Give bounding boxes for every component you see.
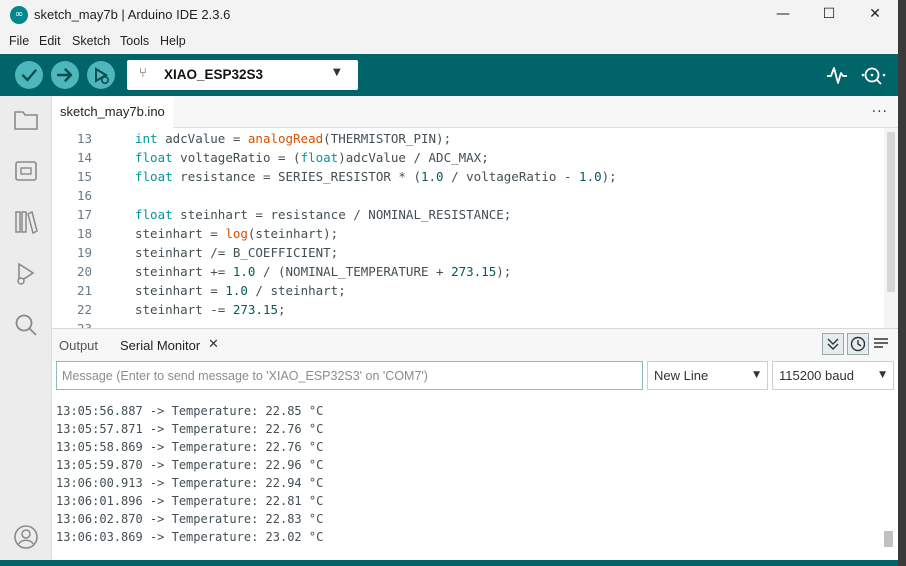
clear-output-icon [874,338,888,348]
maximize-button[interactable]: ☐ [806,0,852,30]
serial-output[interactable]: 13:05:56.887 -> Temperature: 22.85 °C 13… [52,395,898,566]
tab-serial-monitor[interactable]: Serial Monitor [120,338,200,353]
code-line: 22 steinhart -= 273.15; [76,302,286,317]
code-line: 17 float steinhart = resistance / NOMINAL… [76,207,512,222]
code-line: 16 [76,188,92,203]
board-name: XIAO_ESP32S3 [164,67,264,82]
log-line: 13:05:59.870 -> Temperature: 22.96 °C [56,458,324,472]
menu-file[interactable]: File [9,34,29,48]
code-line: 20 steinhart += 1.0 / (NOMINAL_TEMPERATUR… [76,264,512,279]
board-selector[interactable]: ⑂ XIAO_ESP32S3 ▼ [127,60,358,90]
debug-icon [95,67,110,85]
check-icon [21,69,37,82]
log-line: 13:05:57.871 -> Temperature: 22.76 °C [56,422,324,436]
serial-plotter-button[interactable] [826,64,848,91]
toolbar: ⑂ XIAO_ESP32S3 ▼ [0,54,898,96]
upload-button[interactable] [51,61,79,89]
menu-tools[interactable]: Tools [120,34,149,48]
line-ending-select[interactable]: New Line ▼ [647,361,768,390]
bottom-panel: Output Serial Monitor ✕ New Line ▼ 11520… [52,328,898,566]
debug-icon[interactable] [13,261,39,287]
search-icon[interactable] [13,312,39,338]
line-ending-value: New Line [654,368,709,383]
usb-icon: ⑂ [139,66,147,81]
code-line: 18 steinhart = log(steinhart); [76,226,339,241]
desktop-background [898,0,906,566]
clock-icon [850,336,866,352]
status-bar [0,560,898,566]
log-line: 13:06:00.913 -> Temperature: 22.94 °C [56,476,324,490]
baud-rate-value: 115200 baud [779,368,854,383]
autoscroll-icon [827,338,839,350]
arrow-right-icon [56,68,73,82]
scrollbar-thumb[interactable] [887,132,895,292]
minimize-button[interactable]: — [760,0,806,30]
serial-monitor-button[interactable] [860,64,886,91]
serial-message-input[interactable] [56,361,643,390]
log-line: 13:06:03.869 -> Temperature: 23.02 °C [56,530,324,544]
timestamp-button[interactable] [847,333,869,355]
serial-plotter-icon [827,67,847,84]
verify-button[interactable] [15,61,43,89]
library-icon[interactable] [13,209,39,235]
menu-edit[interactable]: Edit [39,34,61,48]
clear-output-button[interactable] [870,333,892,355]
log-line: 13:05:56.887 -> Temperature: 22.85 °C [56,404,324,418]
serial-monitor-icon [861,67,886,85]
editor-scrollbar[interactable] [884,128,898,328]
arduino-ide-window: ∞ sketch_may7b | Arduino IDE 2.3.6 — ☐ ✕… [0,0,898,566]
board-icon[interactable] [13,159,39,183]
code-line: 14 float voltageRatio = (float)adcValue /… [76,150,489,165]
close-icon[interactable]: ✕ [208,337,219,352]
close-window-button[interactable]: ✕ [852,0,898,30]
chevron-down-icon: ▼ [753,370,760,380]
log-line: 13:06:02.870 -> Temperature: 22.83 °C [56,512,324,526]
log-line: 13:05:58.869 -> Temperature: 22.76 °C [56,440,324,454]
chevron-down-icon: ▼ [879,370,886,380]
autoscroll-button[interactable] [822,333,844,355]
code-line: 21 steinhart = 1.0 / steinhart; [76,283,346,298]
tab-sketch-file[interactable]: sketch_may7b.ino [52,96,173,128]
panel-tab-bar: Output Serial Monitor ✕ [52,329,898,361]
folder-icon[interactable] [13,108,39,132]
menu-help[interactable]: Help [160,34,186,48]
code-line: 19 steinhart /= B_COEFFICIENT; [76,245,339,260]
tab-output[interactable]: Output [59,338,98,353]
code-editor[interactable]: 13 int adcValue = analogRead(THERMISTOR_P… [52,128,898,328]
log-line: 13:06:01.896 -> Temperature: 22.81 °C [56,494,324,508]
title-bar: ∞ sketch_may7b | Arduino IDE 2.3.6 — ☐ ✕ [0,0,898,30]
chevron-down-icon: ▼ [333,67,341,78]
more-icon[interactable]: ··· [872,104,888,120]
code-line: 15 float resistance = SERIES_RESISTOR * (… [76,169,617,184]
code-line: 23 [52,319,882,328]
code-line: 13 int adcValue = analogRead(THERMISTOR_P… [76,131,452,146]
profile-icon[interactable] [13,524,39,550]
debug-button[interactable] [87,61,115,89]
window-title: sketch_may7b | Arduino IDE 2.3.6 [34,7,231,22]
scrollbar-thumb[interactable] [884,531,893,547]
baud-rate-select[interactable]: 115200 baud ▼ [772,361,894,390]
arduino-logo-icon: ∞ [10,6,28,24]
menu-sketch[interactable]: Sketch [72,34,110,48]
menu-bar: File Edit Sketch Tools Help [0,30,898,54]
tab-label: sketch_may7b.ino [60,104,165,119]
editor-tab-bar: sketch_may7b.ino ··· [52,96,898,128]
output-scrollbar[interactable] [884,395,894,566]
left-sidebar [0,96,52,566]
